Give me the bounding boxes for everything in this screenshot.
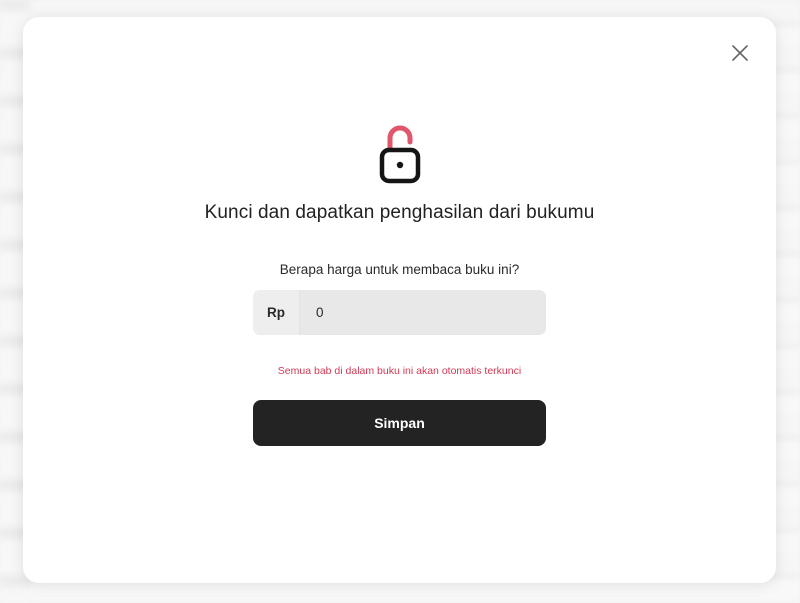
lock-warning-text: Semua bab di dalam buku ini akan otomati…: [277, 365, 522, 377]
modal-title: Kunci dan dapatkan penghasilan dari buku…: [204, 202, 595, 223]
price-input[interactable]: [300, 290, 546, 335]
currency-prefix: Rp: [253, 290, 300, 335]
close-icon: [732, 45, 748, 61]
lock-book-modal: Kunci dan dapatkan penghasilan dari buku…: [23, 17, 776, 583]
save-button[interactable]: Simpan: [253, 400, 546, 446]
unlocked-padlock-icon: [379, 125, 421, 184]
price-question: Berapa harga untuk membaca buku ini?: [279, 262, 520, 277]
close-button[interactable]: [728, 41, 752, 65]
price-field: Rp: [253, 290, 546, 335]
